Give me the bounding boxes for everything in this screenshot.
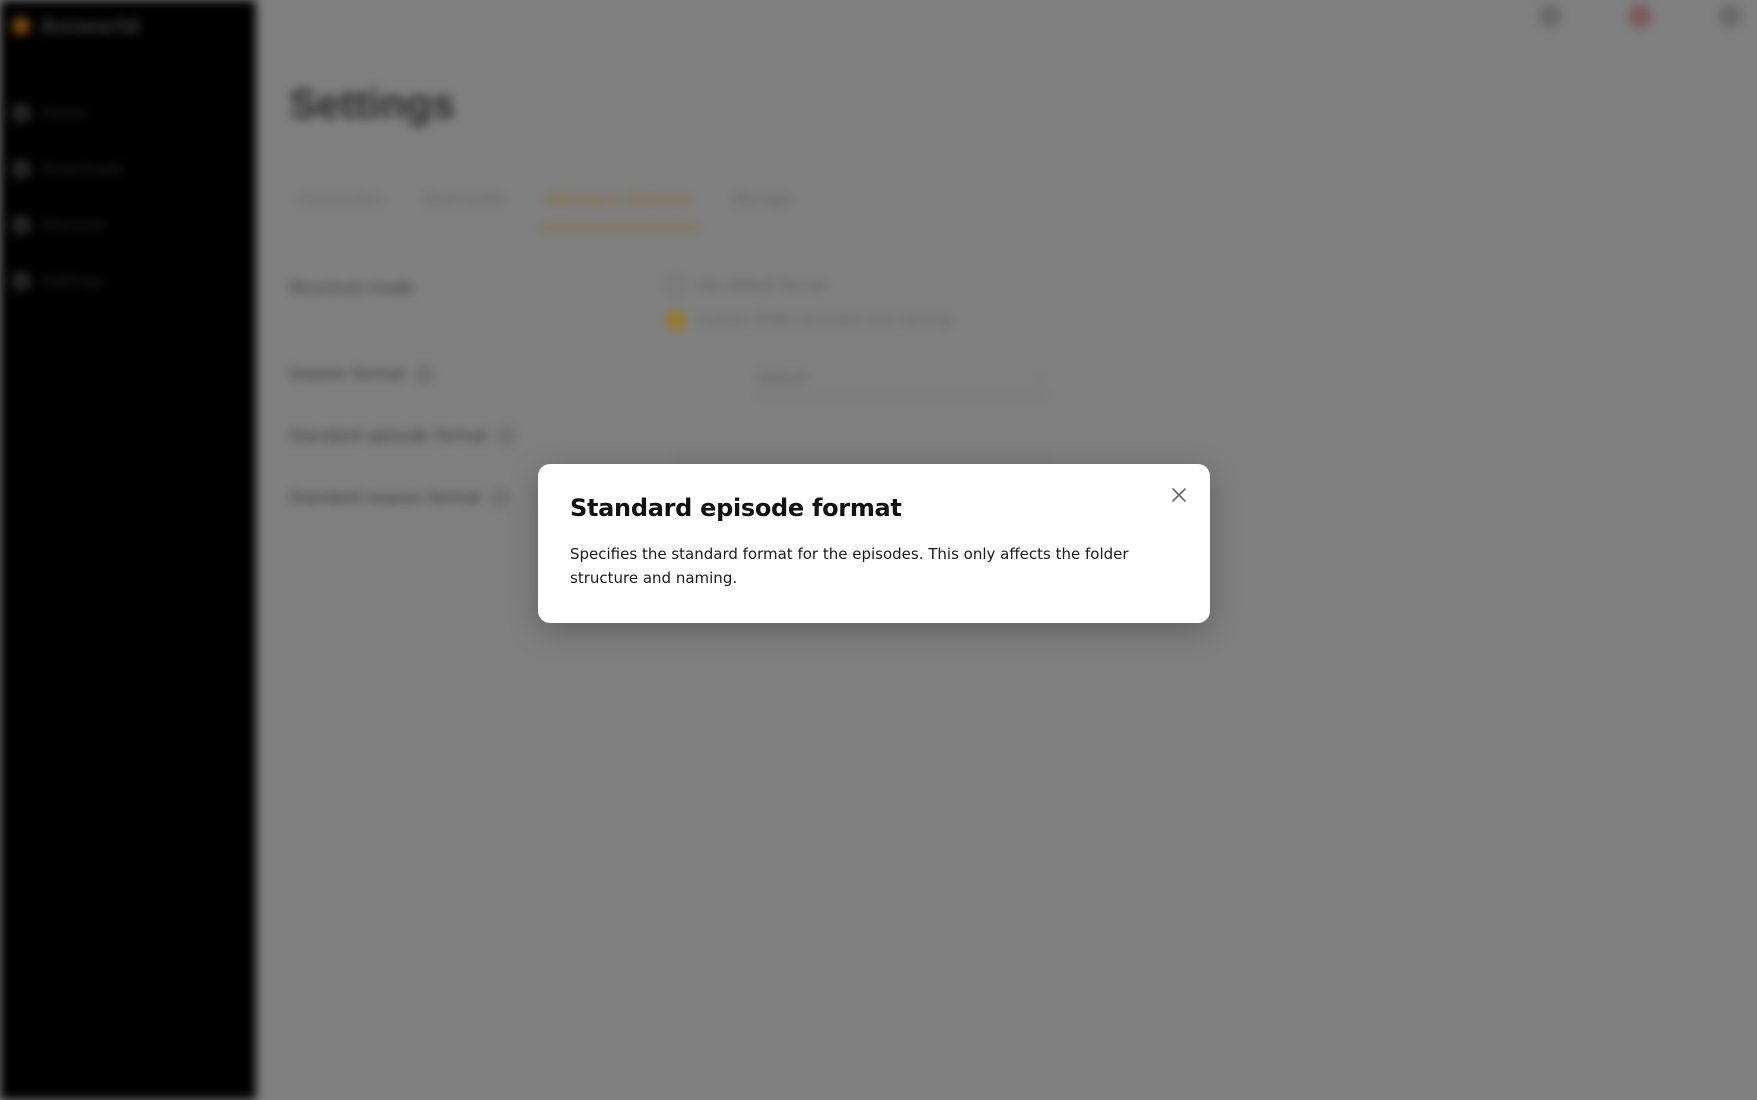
sidebar-item-label: Discover <box>42 216 108 234</box>
select-value: Default <box>758 369 810 386</box>
chevron-down-icon: ⌄ <box>1034 369 1046 386</box>
settings-row-structure: Structure mode <box>289 278 414 297</box>
row-label: Structure mode <box>289 278 414 297</box>
tab-connection[interactable]: Connection <box>292 186 389 229</box>
structure-radio-group: Use default format Custom folder structu… <box>666 276 951 330</box>
download-icon <box>12 160 30 178</box>
tab-storage[interactable]: Storage <box>727 186 798 229</box>
sidebar-item-downloads[interactable]: Downloads <box>12 156 124 182</box>
tab-naming[interactable]: Naming & structure <box>539 186 699 229</box>
menu-icon[interactable] <box>1718 4 1742 28</box>
sidebar-item-label: Settings <box>42 272 104 290</box>
row-label: Standard episode format <box>289 426 488 445</box>
app-root: Aniworld Home Downloads Discover Setting… <box>0 0 1757 1100</box>
radio-label: Custom folder structure and naming <box>696 312 951 328</box>
tab-downloads[interactable]: Downloads <box>417 186 511 229</box>
compass-icon <box>12 216 30 234</box>
row-label: Standard season format <box>289 488 482 507</box>
modal-body: Specifies the standard format for the ep… <box>570 545 1129 587</box>
radio-default[interactable]: Use default format <box>666 276 951 296</box>
radio-label: Use default format <box>696 278 828 294</box>
season-format-select[interactable]: Default ⌄ <box>752 360 1052 396</box>
sidebar-item-discover[interactable]: Discover <box>12 212 124 238</box>
page-title: Settings <box>289 80 455 127</box>
sidebar-item-label: Downloads <box>42 160 125 178</box>
radio-button-checked[interactable] <box>666 310 686 330</box>
logo-icon <box>12 17 30 35</box>
help-icon[interactable] <box>491 489 508 506</box>
help-icon[interactable] <box>497 427 514 444</box>
sidebar: Aniworld Home Downloads Discover Setting… <box>0 0 256 1100</box>
bell-icon[interactable] <box>1628 4 1652 28</box>
tab-bar: Connection Downloads Naming & structure … <box>292 186 798 229</box>
close-button[interactable] <box>1166 482 1192 508</box>
sidebar-nav: Home Downloads Discover Settings <box>12 100 124 294</box>
help-modal: Standard episode format Specifies the st… <box>538 464 1210 623</box>
search-icon[interactable] <box>1538 4 1562 28</box>
close-icon <box>1172 488 1186 502</box>
home-icon <box>12 104 30 122</box>
sidebar-item-label: Home <box>42 104 87 122</box>
sidebar-item-home[interactable]: Home <box>12 100 124 126</box>
settings-row-season-format: Standard season format <box>289 488 508 507</box>
gear-icon <box>12 272 30 290</box>
radio-custom[interactable]: Custom folder structure and naming <box>666 310 951 330</box>
help-icon[interactable] <box>415 365 432 382</box>
row-label: Season format <box>289 364 406 383</box>
radio-button[interactable] <box>666 276 686 296</box>
brand-label: Aniworld <box>40 14 140 38</box>
episode-format-input[interactable] <box>670 422 1052 456</box>
brand[interactable]: Aniworld <box>12 14 140 38</box>
settings-row-episode-format: Standard episode format <box>289 426 514 445</box>
settings-row-season: Season format <box>289 364 432 383</box>
sidebar-item-settings[interactable]: Settings <box>12 268 124 294</box>
modal-title: Standard episode format <box>570 494 902 522</box>
